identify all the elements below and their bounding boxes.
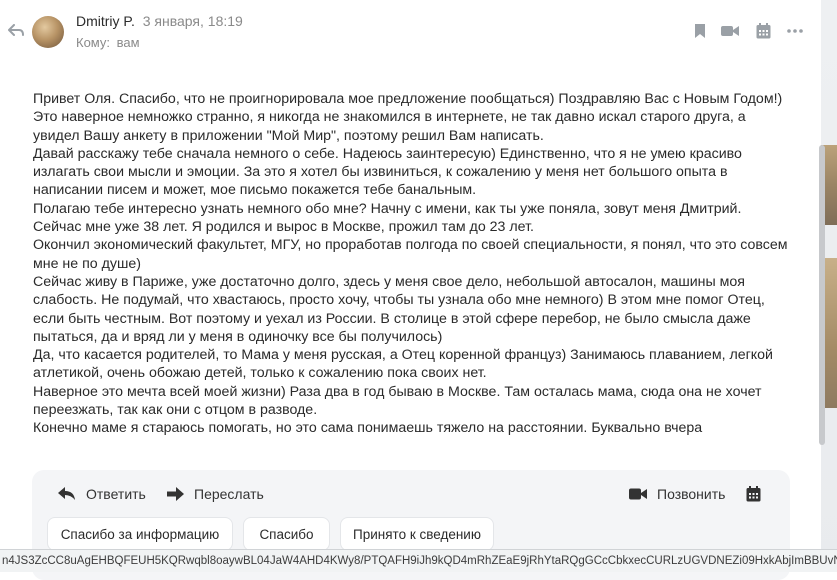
forward-icon <box>167 487 184 501</box>
message-paragraph: Конечно маме я стараюсь помогать, но это… <box>33 420 703 437</box>
reply-button[interactable]: Ответить <box>58 484 146 504</box>
message-paragraph: Привет Оля. Спасибо, что не проигнориров… <box>33 91 783 107</box>
video-camera-icon[interactable] <box>721 22 739 40</box>
more-dots-icon[interactable] <box>786 22 804 40</box>
message-paragraph: Окончил экономический факультет, МГУ, но… <box>33 237 788 272</box>
recipient-value[interactable]: вам <box>117 35 140 50</box>
forward-label: Переслать <box>194 486 264 502</box>
calendar-icon <box>746 486 761 502</box>
quick-reply-button[interactable]: Спасибо за информацию <box>47 517 233 551</box>
message-date: 3 января, 18:19 <box>142 13 243 29</box>
forward-button[interactable]: Переслать <box>167 484 264 504</box>
message-paragraph: Это наверное немножко странно, я никогда… <box>33 109 746 144</box>
bookmark-icon[interactable] <box>691 22 709 40</box>
reply-arrow-icon[interactable] <box>8 24 24 38</box>
call-label: Позвонить <box>657 486 726 502</box>
sender-line: Dmitriy P. 3 января, 18:19 <box>76 13 243 29</box>
quick-reply-button[interactable]: Спасибо <box>243 517 330 551</box>
message-paragraph: Полагаю тебе интересно узнать немного об… <box>33 200 742 217</box>
message-paragraph: Сейчас живу в Париже, уже достаточно дол… <box>33 273 765 345</box>
message-paragraph: Да, что касается родителей, то Мама у ме… <box>33 347 773 382</box>
message-paragraph: Сейчас мне уже 38 лет. Я родился и вырос… <box>33 219 534 236</box>
call-button[interactable]: Позвонить <box>629 484 725 504</box>
scrollbar-thumb[interactable] <box>819 145 825 445</box>
reply-icon <box>58 487 75 500</box>
status-bar-url: n4JS3ZcCC8uAgEHBQFEUH5KQRwqbl8oaywBL04Ja… <box>0 549 837 572</box>
recipient-label: Кому: <box>76 35 110 50</box>
sender-name[interactable]: Dmitriy P. <box>76 13 135 29</box>
video-call-icon <box>629 488 647 500</box>
avatar[interactable] <box>32 16 64 48</box>
message-body: Привет Оля. Спасибо, что не проигнориров… <box>33 90 793 438</box>
calendar-icon[interactable] <box>754 22 772 40</box>
message-paragraph: Наверное это мечта всей моей жизни) Раза… <box>33 383 762 419</box>
calendar-event-button[interactable] <box>746 484 771 504</box>
quick-reply-button[interactable]: Принято к сведению <box>340 517 494 551</box>
message-paragraph: Давай расскажу тебе сначала немного о се… <box>33 145 742 199</box>
recipient-line: Кому: вам <box>76 35 140 50</box>
reply-label: Ответить <box>86 486 146 502</box>
message-header: Dmitriy P. 3 января, 18:19 Кому: вам <box>0 0 820 70</box>
